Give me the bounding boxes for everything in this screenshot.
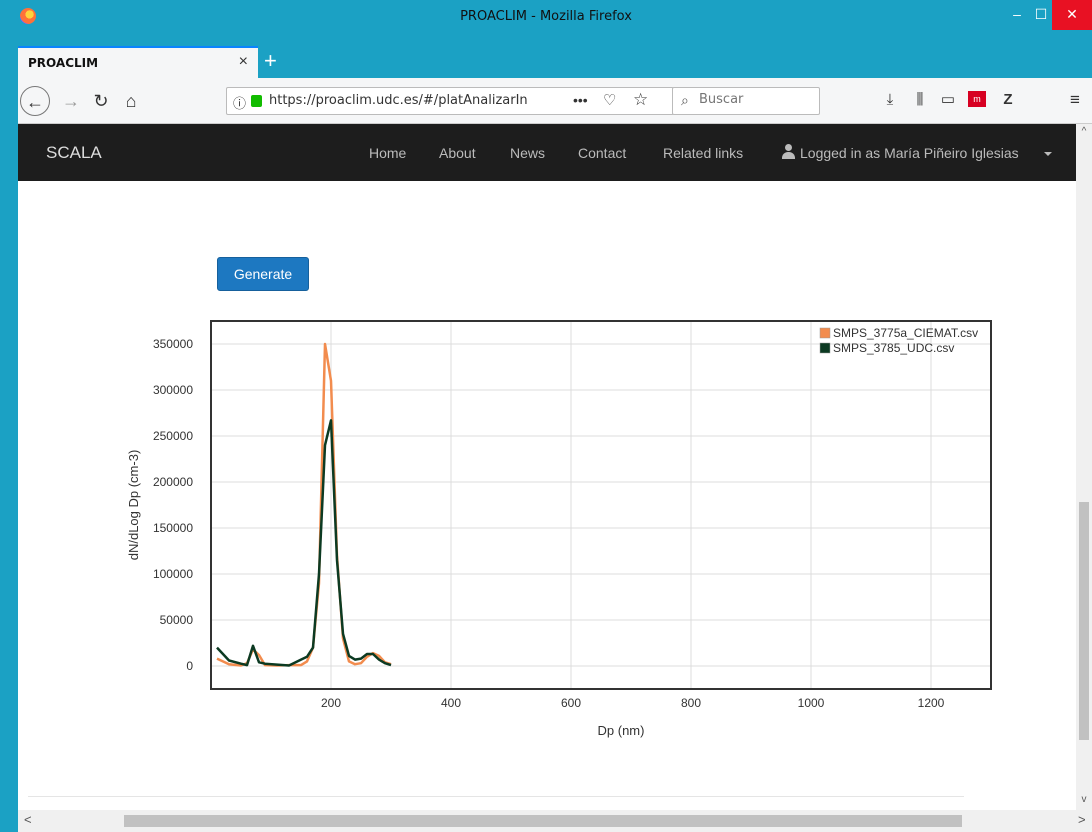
info-icon[interactable]: ⓘ [233, 93, 246, 112]
y-axis-label: dN/dLog Dp (cm-3) [126, 450, 141, 561]
x-tick-label: 600 [561, 696, 581, 710]
search-input[interactable] [699, 92, 815, 107]
zotero-icon[interactable]: Z [998, 88, 1018, 112]
page-viewport: SCALA Home About News Contact Related li… [18, 124, 1076, 810]
window-title: PROACLIM - Mozilla Firefox [460, 9, 632, 24]
legend-entry-1: SMPS_3775a_CIEMAT.csv [833, 326, 978, 340]
library-icon[interactable]: ⫼ [910, 88, 930, 112]
y-tick-label: 350000 [153, 337, 193, 351]
forward-icon[interactable]: → [58, 86, 84, 116]
y-tick-label: 100000 [153, 567, 193, 581]
scroll-down-icon[interactable]: v [1076, 794, 1092, 805]
tab-title: PROACLIM [28, 56, 99, 70]
browser-toolbar: ← → ↻ ⌂ ⓘ https://proaclim.udc.es/#/plat… [18, 78, 1092, 124]
search-icon: ⌕ [681, 92, 689, 108]
y-tick-label: 200000 [153, 475, 193, 489]
lock-icon[interactable] [251, 95, 262, 107]
site-navbar: SCALA Home About News Contact Related li… [18, 124, 1076, 181]
nav-home[interactable]: Home [369, 145, 406, 161]
legend-swatch-2 [819, 342, 831, 354]
size-distribution-chart: 200 400 600 800 1000 1200 0 50000 100000 150000 20… [126, 320, 992, 738]
page-actions-icon[interactable]: ••• [573, 92, 588, 108]
horizontal-scroll-thumb[interactable] [124, 815, 962, 827]
user-icon [782, 144, 795, 159]
x-tick-label: 800 [681, 696, 701, 710]
x-tick-label: 200 [321, 696, 341, 710]
new-tab-button[interactable]: + [264, 48, 277, 74]
pocket-icon[interactable]: ♡ [603, 91, 616, 109]
x-axis-label: Dp (nm) [598, 723, 645, 738]
url-text[interactable]: https://proaclim.udc.es/#/platAnalizarIn [269, 93, 569, 108]
y-tick-label: 250000 [153, 429, 193, 443]
window-titlebar: PROACLIM - Mozilla Firefox – ☐ ✕ [0, 0, 1092, 46]
horizontal-scrollbar[interactable]: < > [18, 810, 1092, 832]
maximize-button[interactable]: ☐ [1030, 0, 1052, 30]
close-window-button[interactable]: ✕ [1052, 0, 1092, 30]
minimize-button[interactable]: – [1002, 0, 1032, 30]
bookmark-star-icon[interactable]: ☆ [633, 90, 648, 110]
plot-area-border [210, 320, 992, 690]
y-tick-label: 300000 [153, 383, 193, 397]
y-tick-label: 150000 [153, 521, 193, 535]
divider [28, 796, 964, 797]
home-icon[interactable]: ⌂ [118, 86, 144, 116]
reload-icon[interactable]: ↻ [88, 86, 114, 116]
chevron-down-icon[interactable] [1044, 152, 1052, 156]
sidebar-icon[interactable]: ▭ [938, 88, 958, 112]
site-brand[interactable]: SCALA [46, 143, 102, 163]
close-tab-icon[interactable]: × [239, 53, 248, 71]
nav-news[interactable]: News [510, 145, 545, 161]
generate-button[interactable]: Generate [217, 257, 309, 291]
download-icon[interactable]: ⤓ [880, 88, 900, 112]
search-box[interactable]: ⌕ [672, 87, 820, 115]
back-icon[interactable]: ← [20, 86, 50, 116]
nav-related-links[interactable]: Related links [663, 145, 743, 161]
scroll-up-icon[interactable]: ^ [1076, 126, 1092, 137]
y-axis-label-text: dN/dLog Dp (cm-3) [126, 450, 141, 561]
nav-about[interactable]: About [439, 145, 476, 161]
x-tick-label: 1200 [918, 696, 945, 710]
vertical-scrollbar[interactable]: ^ v [1076, 124, 1092, 810]
user-menu[interactable]: Logged in as María Piñeiro Iglesias [800, 145, 1019, 161]
y-tick-label: 50000 [160, 613, 194, 627]
menu-icon[interactable]: ≡ [1064, 88, 1086, 112]
nav-contact[interactable]: Contact [578, 145, 626, 161]
x-tick-label: 1000 [798, 696, 825, 710]
vertical-scroll-thumb[interactable] [1079, 502, 1089, 740]
legend-swatch-1 [819, 327, 831, 339]
series-line-2 [216, 419, 392, 667]
addon-icon[interactable]: m [968, 91, 986, 107]
y-tick-label: 0 [186, 659, 193, 673]
series-line-1 [216, 342, 392, 667]
legend-entry-2: SMPS_3785_UDC.csv [833, 341, 954, 355]
x-tick-label: 400 [441, 696, 461, 710]
address-bar[interactable]: ⓘ https://proaclim.udc.es/#/platAnalizar… [226, 87, 674, 115]
scroll-right-icon[interactable]: > [1078, 812, 1086, 827]
browser-tab[interactable]: PROACLIM × [18, 46, 258, 78]
scroll-left-icon[interactable]: < [24, 812, 32, 827]
